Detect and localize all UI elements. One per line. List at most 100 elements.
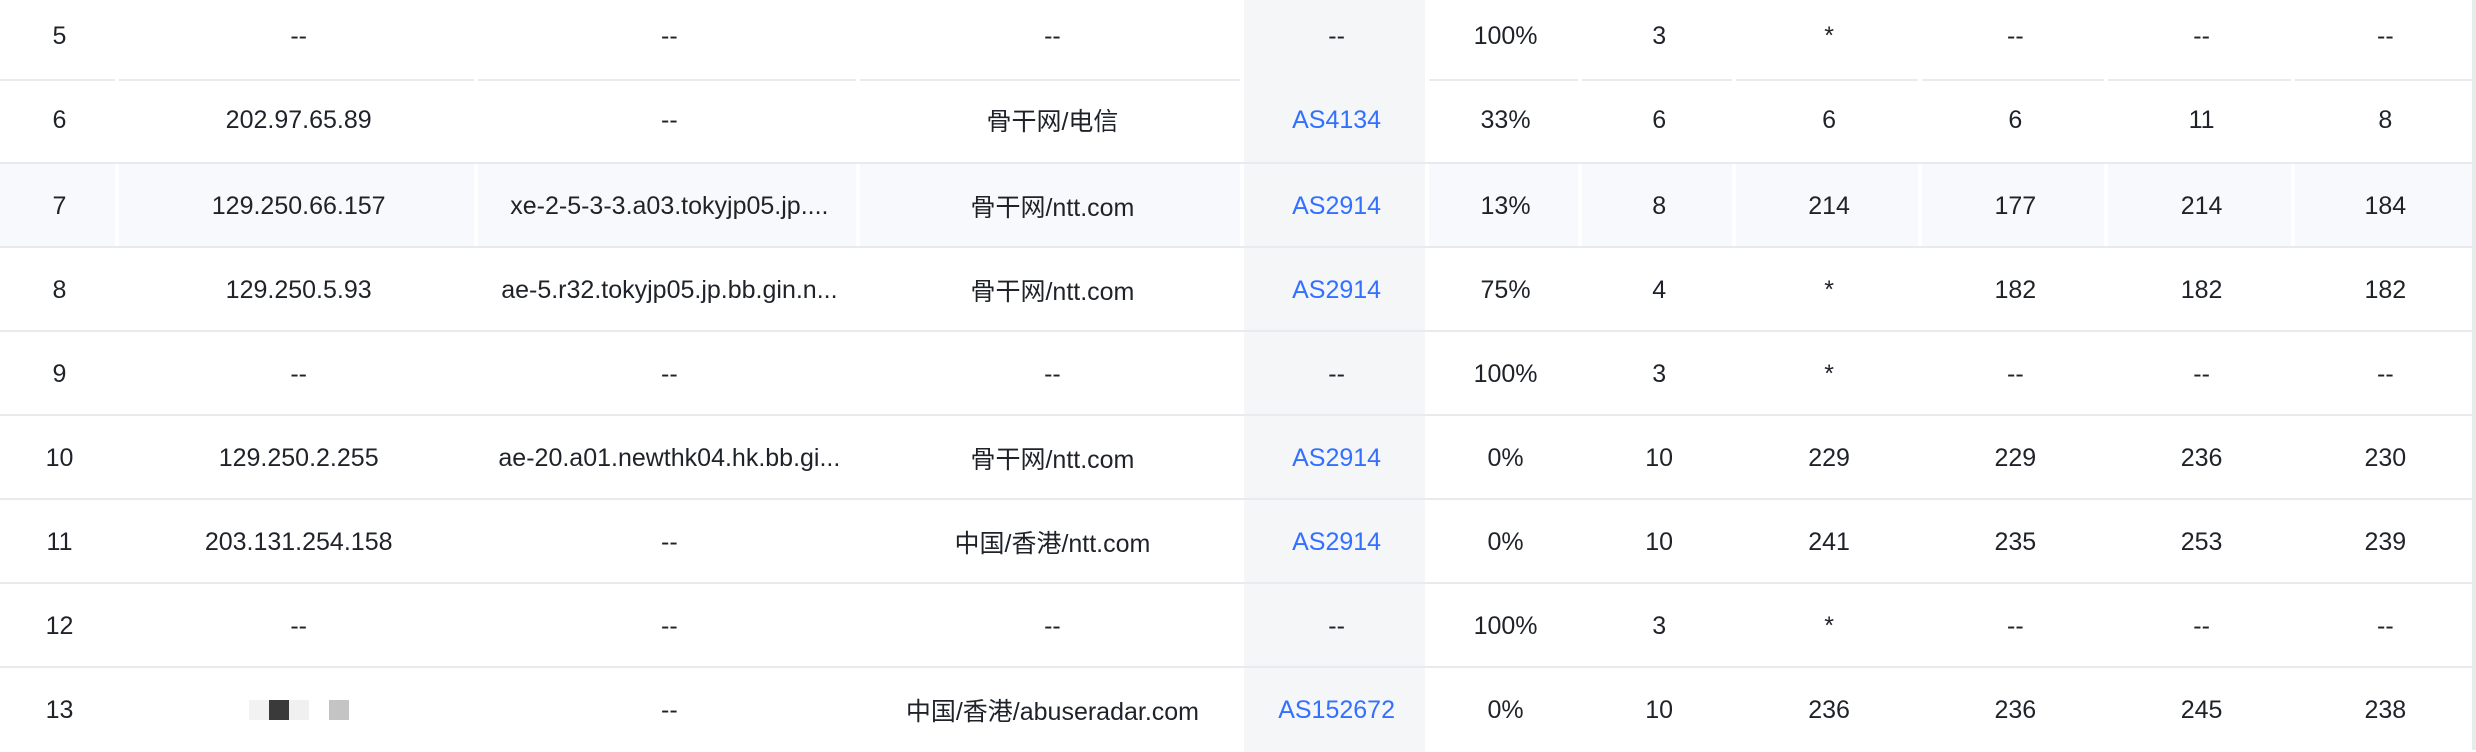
asn-cell[interactable]: AS2914 [1244, 164, 1429, 248]
host-cell: -- [478, 78, 861, 162]
hop-cell: 7 [0, 164, 119, 248]
avg-cell: -- [2377, 611, 2394, 640]
last-cell: 214 [1736, 164, 1923, 248]
sent-cell: 3 [1582, 0, 1736, 78]
sent-cell: 8 [1582, 164, 1736, 248]
ip-cell: 203.131.254.158 [119, 500, 479, 584]
table-right-border [2472, 0, 2476, 750]
avg-cell: 230 [2364, 443, 2407, 472]
redacted-ip-mosaic [248, 700, 349, 720]
hop-cell: 5 [0, 0, 119, 78]
asn-cell: -- [1244, 332, 1429, 416]
worst-cell: 11 [2108, 78, 2295, 162]
loss-cell: 100% [1429, 584, 1583, 668]
last-cell: 229 [1736, 416, 1923, 500]
best-cell: 182 [1922, 248, 2109, 332]
asn-link[interactable]: AS2914 [1292, 528, 1381, 557]
last-cell: * [1736, 0, 1923, 78]
best-cell: -- [1922, 584, 2109, 668]
asn-cell[interactable]: AS152672 [1244, 668, 1429, 752]
loss-cell: 0% [1429, 500, 1583, 584]
loss-cell: 0% [1429, 668, 1583, 752]
loss-cell: 33% [1429, 78, 1583, 162]
ip-cell: 129.250.5.93 [119, 248, 479, 332]
last-cell: 6 [1736, 78, 1923, 162]
asn-cell[interactable]: AS2914 [1244, 500, 1429, 584]
location-cell: -- [860, 584, 1245, 668]
sent-cell: 10 [1582, 500, 1736, 584]
avg-cell: 238 [2364, 695, 2407, 724]
table-row: 8 129.250.5.93 ae-5.r32.tokyjp05.jp.bb.g… [0, 248, 2476, 332]
avg-cell: 8 [2378, 105, 2393, 134]
hop-cell: 6 [0, 78, 119, 162]
asn-cell: -- [1244, 584, 1429, 668]
avg-cell: 239 [2364, 527, 2407, 556]
asn-link[interactable]: AS2914 [1292, 276, 1381, 305]
table-row: 11 203.131.254.158 -- 中国/香港/ntt.com AS29… [0, 500, 2476, 584]
last-cell: * [1736, 248, 1923, 332]
asn-cell[interactable]: AS4134 [1244, 78, 1429, 162]
loss-cell: 75% [1429, 248, 1583, 332]
location-cell: 骨干网/ntt.com [860, 248, 1245, 332]
table-row: 6 202.97.65.89 -- 骨干网/电信 AS4134 33% 6 6 … [0, 78, 2476, 162]
best-cell: 177 [1922, 164, 2109, 248]
loss-cell: 13% [1429, 164, 1583, 248]
loss-cell: 100% [1429, 332, 1583, 416]
hop-cell: 8 [0, 248, 119, 332]
best-cell: -- [1922, 332, 2109, 416]
ip-cell: -- [119, 0, 479, 78]
worst-cell: 214 [2108, 164, 2295, 248]
loss-cell: 0% [1429, 416, 1583, 500]
table-row: 13 -- 中国/香港/abuseradar.com AS152672 0% 1… [0, 668, 2476, 752]
table-row: 5 -- -- -- -- 100% 3 * -- -- -- [0, 0, 2476, 78]
worst-cell: 236 [2108, 416, 2295, 500]
traceroute-table: 5 -- -- -- -- 100% 3 * -- -- -- 6 202.97… [0, 0, 2476, 752]
location-cell: 骨干网/ntt.com [860, 416, 1245, 500]
host-cell: -- [478, 584, 861, 668]
location-cell: 中国/香港/ntt.com [860, 500, 1245, 584]
sent-cell: 10 [1582, 668, 1736, 752]
hop-cell: 9 [0, 332, 119, 416]
hop-cell: 10 [0, 416, 119, 500]
ip-cell [119, 668, 479, 752]
asn-link[interactable]: AS4134 [1292, 106, 1381, 135]
table-row: 12 -- -- -- -- 100% 3 * -- -- -- [0, 584, 2476, 668]
host-cell: xe-2-5-3-3.a03.tokyjp05.jp.... [478, 164, 861, 248]
asn-link[interactable]: AS2914 [1292, 444, 1381, 473]
host-cell: ae-20.a01.newthk04.hk.bb.gi... [478, 416, 861, 500]
location-cell: -- [860, 332, 1245, 416]
asn-cell[interactable]: AS2914 [1244, 248, 1429, 332]
sent-cell: 4 [1582, 248, 1736, 332]
location-cell: 骨干网/电信 [860, 78, 1245, 162]
sent-cell: 3 [1582, 332, 1736, 416]
best-cell: -- [1922, 0, 2109, 78]
location-cell: -- [860, 0, 1245, 78]
asn-link[interactable]: AS2914 [1292, 192, 1381, 221]
ip-cell: -- [119, 584, 479, 668]
worst-cell: 253 [2108, 500, 2295, 584]
avg-cell: 184 [2364, 191, 2407, 220]
sent-cell: 10 [1582, 416, 1736, 500]
host-cell: -- [478, 332, 861, 416]
ip-cell: 129.250.2.255 [119, 416, 479, 500]
hop-cell: 12 [0, 584, 119, 668]
ip-cell: 129.250.66.157 [119, 164, 479, 248]
best-cell: 6 [1922, 78, 2109, 162]
avg-cell: 182 [2364, 275, 2407, 304]
sent-cell: 6 [1582, 78, 1736, 162]
best-cell: 229 [1922, 416, 2109, 500]
asn-link[interactable]: AS152672 [1278, 696, 1395, 725]
last-cell: 236 [1736, 668, 1923, 752]
last-cell: 241 [1736, 500, 1923, 584]
asn-cell[interactable]: AS2914 [1244, 416, 1429, 500]
worst-cell: 245 [2108, 668, 2295, 752]
loss-cell: 100% [1429, 0, 1583, 78]
host-cell: -- [478, 500, 861, 584]
worst-cell: 182 [2108, 248, 2295, 332]
host-cell: -- [478, 668, 861, 752]
avg-cell: -- [2377, 21, 2394, 50]
location-cell: 骨干网/ntt.com [860, 164, 1245, 248]
last-cell: * [1736, 584, 1923, 668]
best-cell: 236 [1922, 668, 2109, 752]
worst-cell: -- [2108, 584, 2295, 668]
